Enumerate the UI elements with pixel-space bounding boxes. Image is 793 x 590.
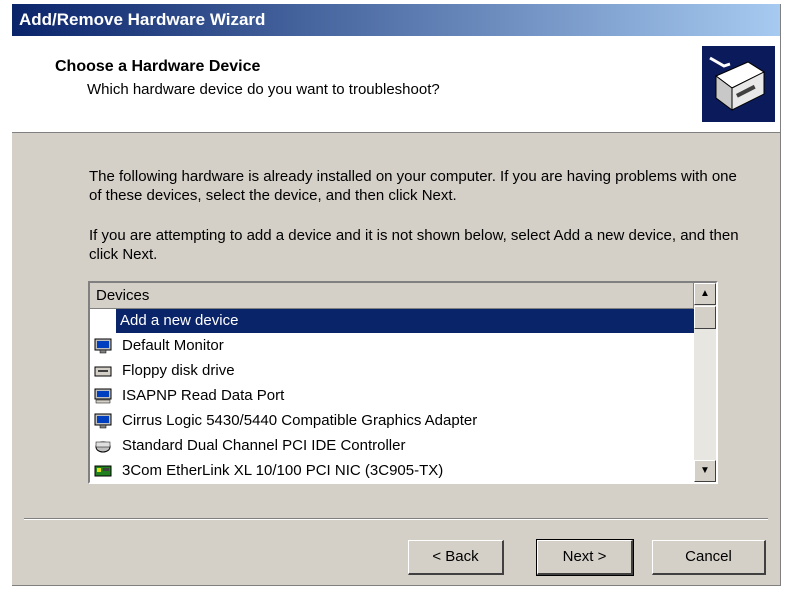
- network-card-icon: [94, 463, 112, 479]
- add-device-paragraph: If you are attempting to add a device an…: [89, 227, 739, 263]
- floppy-drive-icon: [94, 363, 112, 379]
- device-label: Standard Dual Channel PCI IDE Controller: [122, 437, 406, 454]
- monitor-icon: [94, 413, 112, 429]
- hardware-wizard-icon: [702, 46, 775, 122]
- device-list-item[interactable]: Floppy disk drive: [90, 359, 694, 384]
- device-label: Default Monitor: [122, 337, 224, 354]
- device-list-item[interactable]: Standard Dual Channel PCI IDE Controller: [90, 434, 694, 459]
- cancel-button[interactable]: Cancel: [652, 540, 766, 575]
- ide-controller-icon: [94, 438, 112, 454]
- next-button[interactable]: Next >: [536, 539, 634, 576]
- device-label: 3Com EtherLink XL 10/100 PCI NIC (3C905-…: [122, 462, 444, 479]
- wizard-header: Choose a Hardware Device Which hardware …: [12, 36, 780, 133]
- page-subtitle: Which hardware device do you want to tro…: [87, 81, 440, 98]
- window-title: Add/Remove Hardware Wizard: [19, 10, 266, 29]
- vertical-scrollbar[interactable]: ▲ ▼: [694, 283, 716, 482]
- device-label: Floppy disk drive: [122, 362, 235, 379]
- scroll-thumb[interactable]: [694, 306, 716, 329]
- device-list-item[interactable]: Default Monitor: [90, 334, 694, 359]
- device-list-item[interactable]: 3Com EtherLink XL 10/100 PCI NIC (3C905-…: [90, 459, 694, 482]
- devices-list: Devices Add a new device Default Monitor F…: [90, 283, 694, 482]
- page-title: Choose a Hardware Device: [55, 58, 261, 75]
- scroll-down-button[interactable]: ▼: [694, 460, 716, 482]
- monitor-icon: [94, 338, 112, 354]
- device-label: ISAPNP Read Data Port: [122, 387, 285, 404]
- device-label: Cirrus Logic 5430/5440 Compatible Graphi…: [122, 412, 478, 429]
- computer-icon: [94, 388, 112, 404]
- scroll-up-button[interactable]: ▲: [694, 283, 716, 305]
- instructions-paragraph: The following hardware is already instal…: [89, 168, 737, 204]
- device-label: Add a new device: [116, 309, 694, 333]
- title-bar[interactable]: Add/Remove Hardware Wizard: [12, 4, 780, 36]
- devices-listbox[interactable]: Devices Add a new device Default Monitor F…: [88, 281, 718, 484]
- wizard-window: Add/Remove Hardware Wizard Choose a Hard…: [12, 4, 781, 586]
- back-button[interactable]: < Back: [408, 540, 504, 575]
- devices-column-header[interactable]: Devices: [90, 283, 694, 309]
- button-divider: [24, 518, 768, 520]
- device-list-item[interactable]: Cirrus Logic 5430/5440 Compatible Graphi…: [90, 409, 694, 434]
- device-list-item[interactable]: ISAPNP Read Data Port: [90, 384, 694, 409]
- device-list-item[interactable]: Add a new device: [90, 309, 694, 334]
